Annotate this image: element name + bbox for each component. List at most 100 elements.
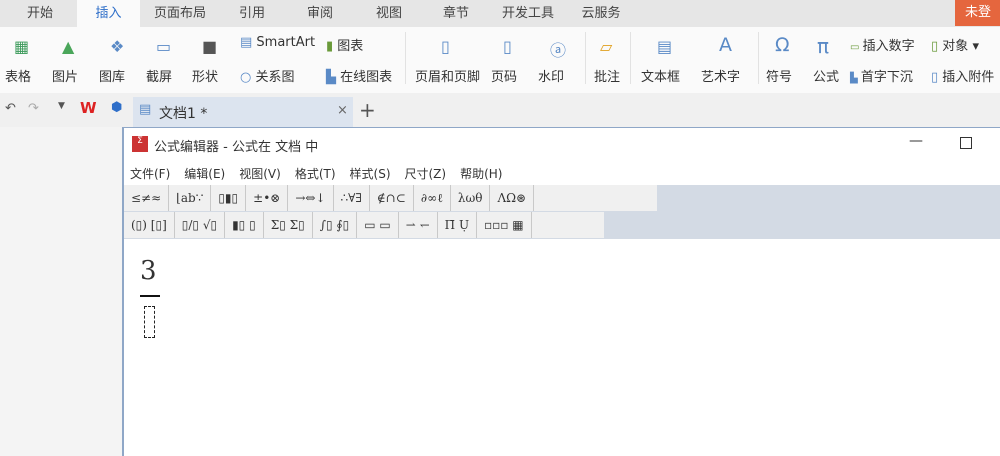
menu-format[interactable]: 格式(T) xyxy=(295,167,336,181)
menu-help[interactable]: 帮助(H) xyxy=(460,167,502,181)
online-chart-button[interactable]: ▙ 在线图表 xyxy=(326,66,392,85)
chart-button[interactable]: ▮ 图表 xyxy=(326,35,363,54)
tab-chapter[interactable]: 章节 xyxy=(431,0,481,27)
menu-view[interactable]: 视图(V) xyxy=(239,167,281,181)
document-tab[interactable]: ▤ 文档1 * × xyxy=(133,97,353,127)
textbox-icon: ▤ xyxy=(657,37,673,56)
picture-button[interactable]: 图片 xyxy=(52,66,78,85)
relation-icon: ○ xyxy=(240,70,256,85)
dropcap-icon: ▙ xyxy=(850,73,861,84)
dropcap-button[interactable]: ▙ 首字下沉 xyxy=(850,66,913,85)
summation-templates-button[interactable]: Σ▯ Σ▯ xyxy=(264,212,313,238)
relational-symbols-button[interactable]: ≤≠≈ xyxy=(124,185,170,211)
textbox-button[interactable]: 文本框 xyxy=(641,66,680,85)
smartart-icon: ▤ xyxy=(240,35,257,50)
quick-access-dropdown-icon[interactable]: ▼ xyxy=(58,101,65,111)
header-footer-button[interactable]: 页眉和页脚 xyxy=(415,66,480,85)
wordart-icon: A xyxy=(719,34,732,56)
embellishments-button[interactable]: ▯▮▯ xyxy=(211,185,247,211)
picture-icon: ▲ xyxy=(62,37,75,56)
menu-style[interactable]: 样式(S) xyxy=(350,167,391,181)
pi-icon: π xyxy=(817,34,830,58)
cube-icon[interactable]: ⬢ xyxy=(111,100,122,115)
tab-review[interactable]: 审阅 xyxy=(295,0,345,27)
fraction-bar xyxy=(140,295,160,297)
matrix-templates-button[interactable]: ▫▫▫ ▦ xyxy=(477,212,532,238)
formula-button[interactable]: 公式 xyxy=(813,66,839,85)
script-templates-button[interactable]: ▮▯ ▯ xyxy=(225,212,264,238)
undo-icon[interactable]: ↶ xyxy=(5,101,16,116)
relation-button[interactable]: ○ 关系图 xyxy=(240,66,295,85)
comment-button[interactable]: 批注 xyxy=(594,66,620,85)
gallery-button[interactable]: 图库 xyxy=(99,66,125,85)
document-icon: ▤ xyxy=(139,102,152,117)
equation-editor-window: Σ 公式编辑器 - 公式在 文档 中 — 文件(F) 编辑(E) 视图(V) 格式(T… xyxy=(122,127,1000,456)
screenshot-button[interactable]: 截屏 xyxy=(146,66,172,85)
number-icon: ▭ xyxy=(850,42,863,53)
symbol-button[interactable]: 符号 xyxy=(766,66,792,85)
arrow-templates-button[interactable]: ⇀ ↽ xyxy=(399,212,438,238)
bar-templates-button[interactable]: ▭ ▭ xyxy=(357,212,399,238)
menu-size[interactable]: 尺寸(Z) xyxy=(405,167,447,181)
tab-insert[interactable]: 插入 xyxy=(77,0,140,27)
comment-icon: ▱ xyxy=(600,37,613,56)
object-button[interactable]: ▯ 对象 ▾ xyxy=(931,35,979,54)
product-templates-button[interactable]: Π̄ Ụ xyxy=(438,212,478,238)
integral-templates-button[interactable]: ∫▯ ∮▯ xyxy=(313,212,358,238)
arrow-symbols-button[interactable]: →⇔↓ xyxy=(288,185,334,211)
greek-upper-button[interactable]: ΛΩ⊛ xyxy=(490,185,535,211)
shape-icon: ■ xyxy=(202,37,218,56)
shape-button[interactable]: 形状 xyxy=(192,66,218,85)
greek-lower-button[interactable]: λωθ xyxy=(451,185,491,211)
menu-edit[interactable]: 编辑(E) xyxy=(184,167,225,181)
attachment-icon: ▯ xyxy=(931,70,943,85)
relation-label: 关系图 xyxy=(255,70,295,85)
symbol-palette-row: ≤≠≈ ⌊ab∵ ▯▮▯ ±•⊗ →⇔↓ ∴∀∃ ∉∩⊂ ∂∞ℓ λωθ ΛΩ⊛ xyxy=(124,185,657,211)
tab-start[interactable]: 开始 xyxy=(15,0,65,27)
smartart-button[interactable]: ▤ SmartArt xyxy=(240,35,315,50)
tab-references[interactable]: 引用 xyxy=(227,0,277,27)
menu-tabs: 开始 插入 页面布局 引用 审阅 视图 章节 开发工具 云服务 未登 xyxy=(0,0,1000,27)
insert-number-button[interactable]: ▭ 插入数字 xyxy=(850,35,915,54)
watermark-icon: ⓐ xyxy=(550,41,567,60)
object-label: 对象 xyxy=(942,39,969,54)
template-palette-row: (▯) [▯] ▯/▯ √▯ ▮▯ ▯ Σ▯ Σ▯ ∫▯ ∮▯ ▭ ▭ ⇀ ↽ … xyxy=(124,212,604,238)
attachment-label: 插入附件 xyxy=(942,70,995,85)
spaces-ellipses-button[interactable]: ⌊ab∵ xyxy=(169,185,212,211)
tab-cloud[interactable]: 云服务 xyxy=(575,0,627,27)
table-button[interactable]: 表格 xyxy=(5,66,31,85)
tab-view[interactable]: 视图 xyxy=(364,0,414,27)
wps-logo-icon[interactable]: W xyxy=(80,99,97,117)
denominator-placeholder[interactable] xyxy=(144,306,155,338)
redo-icon[interactable]: ↷ xyxy=(28,101,39,116)
operator-symbols-button[interactable]: ±•⊗ xyxy=(246,185,289,211)
menu-file[interactable]: 文件(F) xyxy=(130,167,170,181)
page-number-icon: ▯ xyxy=(503,37,512,56)
fence-templates-button[interactable]: (▯) [▯] xyxy=(124,212,175,238)
close-tab-icon[interactable]: × xyxy=(337,103,348,118)
chart-label: 图表 xyxy=(337,39,364,54)
login-button[interactable]: 未登 xyxy=(955,0,1000,26)
logical-symbols-button[interactable]: ∴∀∃ xyxy=(334,185,370,211)
online-chart-label: 在线图表 xyxy=(340,70,393,85)
table-icon: ▦ xyxy=(14,37,30,56)
wordart-button[interactable]: 艺术字 xyxy=(701,66,740,85)
maximize-button[interactable] xyxy=(960,137,972,149)
tab-developer[interactable]: 开发工具 xyxy=(495,0,561,27)
attachment-button[interactable]: ▯ 插入附件 xyxy=(931,66,994,85)
tab-page-layout[interactable]: 页面布局 xyxy=(145,0,215,27)
omega-icon: Ω xyxy=(775,34,790,56)
set-theory-button[interactable]: ∉∩⊂ xyxy=(370,185,414,211)
misc-symbols-button[interactable]: ∂∞ℓ xyxy=(414,185,451,211)
chart-icon: ▮ xyxy=(326,39,338,54)
equation-editor-icon: Σ xyxy=(132,136,148,152)
fraction-numerator[interactable]: 3 xyxy=(140,256,157,286)
equation-toolbar: ≤≠≈ ⌊ab∵ ▯▮▯ ±•⊗ →⇔↓ ∴∀∃ ∉∩⊂ ∂∞ℓ λωθ ΛΩ⊛… xyxy=(124,185,1000,239)
screenshot-icon: ▭ xyxy=(156,37,172,56)
new-tab-icon[interactable]: + xyxy=(359,98,376,122)
watermark-button[interactable]: 水印 xyxy=(538,66,564,85)
page-number-button[interactable]: 页码 xyxy=(491,66,517,85)
minimize-button[interactable]: — xyxy=(909,133,923,149)
fraction-radical-button[interactable]: ▯/▯ √▯ xyxy=(175,212,226,238)
object-icon: ▯ xyxy=(931,39,943,54)
